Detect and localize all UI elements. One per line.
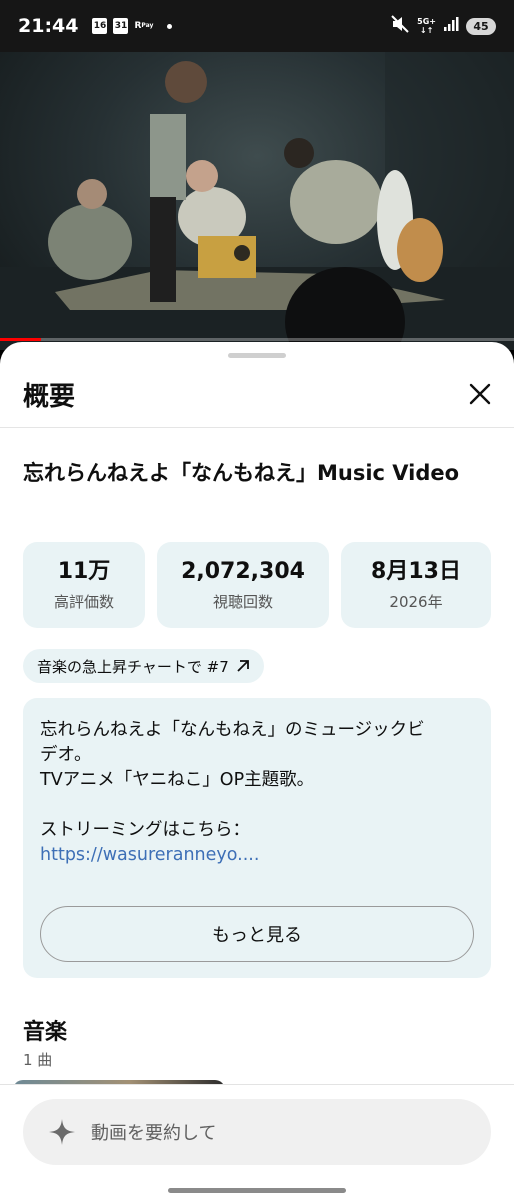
summary-footer: 動画を要約して — [0, 1084, 514, 1199]
trending-chart-label: 音楽の急上昇チャートで #7 — [37, 657, 229, 676]
sheet-title: 概要 — [23, 382, 76, 412]
video-player[interactable] — [0, 52, 514, 350]
likes-count: 11万 — [57, 559, 111, 584]
description-text: 忘れらんねえよ「なんもねえ」のミュージックビ デオ。 TVアニメ「ヤニねこ」OP… — [40, 718, 480, 868]
streaming-link[interactable]: https://wasureranneyo.... — [40, 843, 480, 868]
signal-icon — [443, 16, 459, 36]
music-section-heading: 音楽 — [23, 1020, 68, 1045]
network-type: 5G+ ↓↑ — [417, 17, 436, 35]
description-spacer — [40, 793, 480, 818]
divider — [0, 427, 514, 428]
rakuten-pay-text: Pay — [141, 22, 154, 29]
description-line: TVアニメ「ヤニねこ」OP主題歌。 — [40, 770, 315, 790]
notification-dot — [167, 23, 173, 29]
trending-chart-chip[interactable]: 音楽の急上昇チャートで #7 — [23, 649, 264, 683]
close-icon — [469, 383, 491, 405]
likes-stat: 11万 高評価数 — [23, 542, 145, 628]
calendar-icon: 31 — [113, 18, 129, 34]
views-label: 視聴回数 — [212, 593, 273, 611]
video-progress-bar[interactable] — [0, 338, 514, 341]
likes-label: 高評価数 — [53, 593, 114, 611]
description-line: 忘れらんねえよ「なんもねえ」のミュージックビ — [40, 720, 425, 740]
video-frame — [0, 52, 514, 350]
show-more-button[interactable]: もっと見る — [40, 906, 474, 962]
status-time: 21:44 — [18, 15, 79, 37]
home-indicator[interactable] — [168, 1188, 346, 1193]
sparkle-icon — [49, 1119, 75, 1145]
rakuten-pay-letter: R — [134, 21, 142, 31]
status-bar: 21:44 16 31 R Pay 5G+ ↓↑ 45 — [0, 0, 514, 52]
video-progress-fill — [0, 338, 42, 341]
description-sheet: 概要 忘れらんねえよ「なんもねえ」Music Video 11万 高評価数 2,… — [0, 342, 514, 1199]
arrow-up-right-icon — [237, 660, 249, 672]
publish-date: 8月13日 — [371, 559, 461, 584]
summarize-video-button[interactable]: 動画を要約して — [23, 1099, 491, 1165]
music-track-count: 1 曲 — [23, 1051, 53, 1069]
rakuten-pay-icon: R Pay — [134, 21, 154, 31]
summarize-placeholder: 動画を要約して — [91, 1123, 217, 1144]
description-line: ストリーミングはこちら： — [40, 820, 250, 840]
close-button[interactable] — [462, 376, 498, 412]
description-box: 忘れらんねえよ「なんもねえ」のミュージックビ デオ。 TVアニメ「ヤニねこ」OP… — [23, 698, 491, 978]
publish-year: 2026年 — [389, 593, 443, 611]
calendar-icon: 16 — [92, 18, 108, 34]
video-title: 忘れらんねえよ「なんもねえ」Music Video — [23, 461, 460, 485]
description-line: デオ。 — [40, 745, 92, 765]
mute-icon — [390, 14, 410, 38]
drag-handle[interactable] — [228, 353, 286, 358]
views-stat: 2,072,304 視聴回数 — [157, 542, 329, 628]
date-stat: 8月13日 2026年 — [341, 542, 491, 628]
battery-icon: 45 — [466, 17, 496, 35]
views-count: 2,072,304 — [181, 559, 305, 584]
